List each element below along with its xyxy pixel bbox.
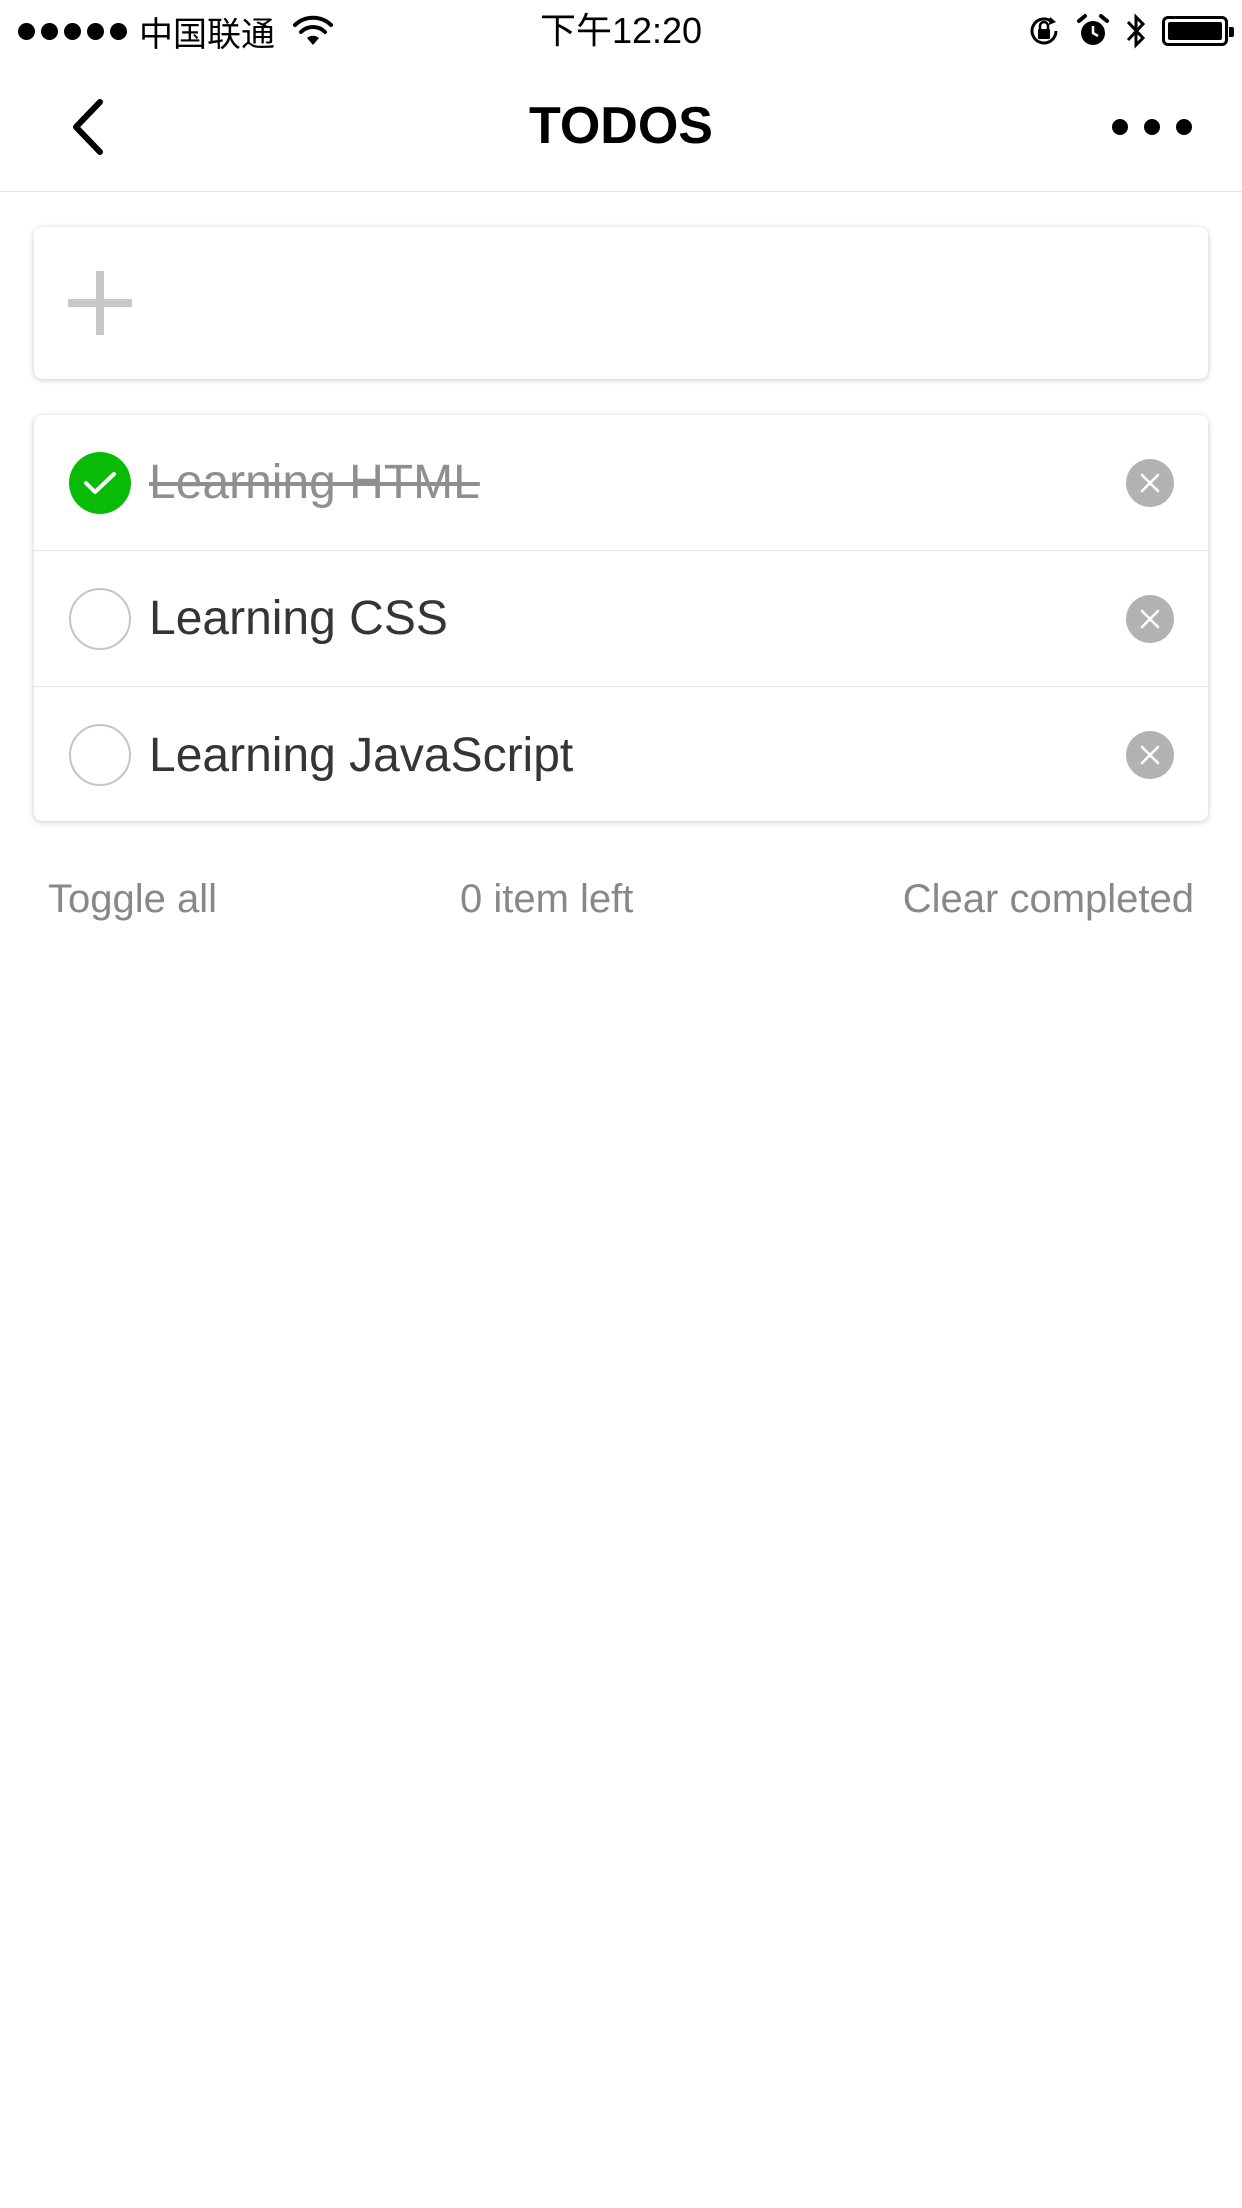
items-left-count: 0 item left [460,877,634,921]
orientation-lock-icon [1030,17,1058,45]
todo-footer: Toggle all 0 item left Clear completed [34,866,1208,932]
todo-label[interactable]: Learning CSS [149,591,1126,646]
alarm-icon [1077,14,1109,45]
add-todo-card [34,227,1208,379]
status-bar: 中国联通 下午12:20 [0,0,1242,62]
todo-list: Learning HTML Learning CSS Learning Java… [34,415,1208,821]
todo-checkbox[interactable] [69,724,131,786]
todo-label[interactable]: Learning JavaScript [149,728,1126,783]
close-icon [1140,745,1160,765]
checkmark-icon [84,471,116,494]
page-title: TODOS [529,97,713,155]
remove-todo-button[interactable] [1126,731,1174,779]
todo-checkbox[interactable] [69,451,131,514]
bluetooth-icon [1126,13,1146,49]
close-icon [1140,609,1160,628]
todo-label[interactable]: Learning HTML [149,455,1126,510]
battery-icon [1162,16,1234,46]
todo-item-learning-javascript: Learning JavaScript [34,687,1208,821]
todo-checkbox[interactable] [69,587,131,650]
plus-icon[interactable] [68,271,132,335]
more-options-button[interactable] [1112,107,1192,147]
navigation-bar: TODOS [0,62,1242,192]
more-dots-icon [1112,119,1128,135]
toggle-all-button[interactable]: Toggle all [48,866,217,932]
remove-todo-button[interactable] [1126,594,1174,643]
todo-item-learning-css: Learning CSS [34,551,1208,687]
remove-todo-button[interactable] [1126,458,1174,507]
todo-item-learning-html: Learning HTML [34,415,1208,551]
close-icon [1140,473,1160,492]
new-todo-input[interactable] [132,227,1208,379]
clear-completed-button[interactable]: Clear completed [903,866,1194,932]
